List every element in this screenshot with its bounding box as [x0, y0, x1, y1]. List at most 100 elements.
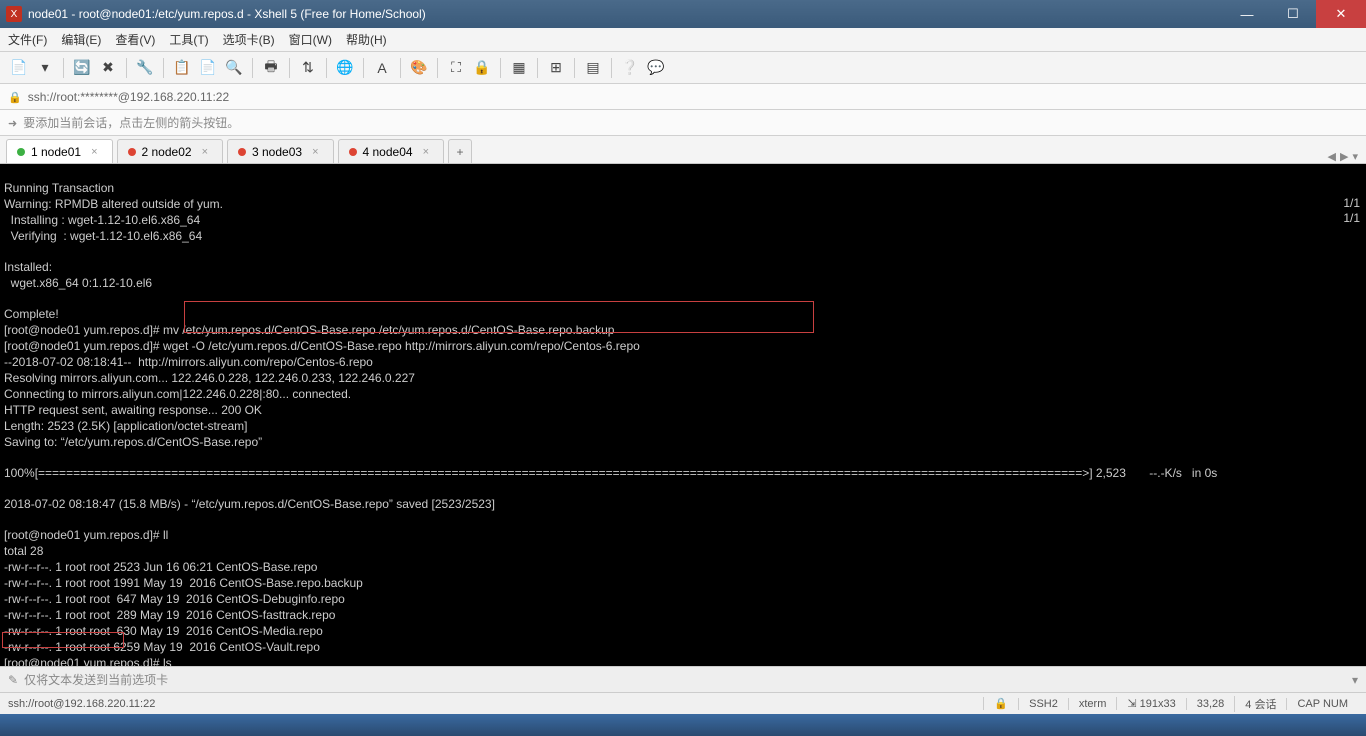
- term-line: [root@node01 yum.repos.d]# wget -O /etc/…: [4, 339, 640, 353]
- paste-icon[interactable]: 📄: [197, 57, 219, 79]
- tab-next-icon[interactable]: ▶: [1340, 150, 1348, 163]
- term-line: [root@node01 yum.repos.d]# ll: [4, 528, 168, 542]
- menu-bar: 文件(F) 编辑(E) 查看(V) 工具(T) 选项卡(B) 窗口(W) 帮助(…: [0, 28, 1366, 52]
- status-size: 191x33: [1140, 698, 1176, 710]
- status-dot-icon: [17, 148, 25, 156]
- new-session-icon[interactable]: 📄: [8, 57, 30, 79]
- tab-node02[interactable]: 2 node02×: [117, 139, 224, 163]
- term-line: -rw-r--r--. 1 root root 289 May 19 2016 …: [4, 608, 335, 622]
- term-line: Warning: RPMDB altered outside of yum.: [4, 197, 223, 211]
- tab-label: 1 node01: [31, 145, 81, 159]
- term-line: -rw-r--r--. 1 root root 1991 May 19 2016…: [4, 576, 363, 590]
- globe-icon[interactable]: 🌐: [334, 57, 356, 79]
- status-bar: ssh://root@192.168.220.11:22 🔒 SSH2 xter…: [0, 692, 1366, 714]
- terminal-output[interactable]: Running Transaction Warning: RPMDB alter…: [0, 164, 1366, 666]
- tab-prev-icon[interactable]: ◀: [1328, 150, 1336, 163]
- term-line: -rw-r--r--. 1 root root 630 May 19 2016 …: [4, 624, 323, 638]
- term-line: [root@node01 yum.repos.d]# ls: [4, 656, 172, 666]
- term-line: HTTP request sent, awaiting response... …: [4, 403, 262, 417]
- tab-icon[interactable]: ⊞: [545, 57, 567, 79]
- help-icon[interactable]: ❔: [619, 57, 641, 79]
- lock-icon: [8, 90, 22, 104]
- window-title: node01 - root@node01:/etc/yum.repos.d - …: [28, 7, 426, 21]
- session-tabs: 1 node01× 2 node02× 3 node03× 4 node04× …: [0, 136, 1366, 164]
- menu-tabs[interactable]: 选项卡(B): [223, 31, 275, 48]
- term-line: Verifying : wget-1.12-10.el6.x86_64: [4, 229, 202, 243]
- arrow-icon[interactable]: [8, 116, 17, 130]
- find-icon[interactable]: 🔍: [223, 57, 245, 79]
- status-connection: ssh://root@192.168.220.11:22: [8, 698, 165, 710]
- lock-icon[interactable]: 🔒: [471, 57, 493, 79]
- transfer-icon[interactable]: ⇅: [297, 57, 319, 79]
- cascade-icon[interactable]: ▤: [582, 57, 604, 79]
- font-icon[interactable]: A: [371, 57, 393, 79]
- color-icon[interactable]: 🎨: [408, 57, 430, 79]
- status-cursor-pos: 33,28: [1186, 698, 1235, 710]
- print-icon[interactable]: 🖶: [260, 57, 282, 79]
- window-titlebar: X node01 - root@node01:/etc/yum.repos.d …: [0, 0, 1366, 28]
- tab-label: 4 node04: [363, 145, 413, 159]
- minimize-button[interactable]: [1224, 0, 1270, 28]
- about-icon[interactable]: 💬: [645, 57, 667, 79]
- send-dropdown-icon[interactable]: ▾: [1352, 673, 1358, 687]
- close-tab-icon[interactable]: ×: [91, 146, 97, 158]
- status-caps: CAP NUM: [1286, 698, 1358, 710]
- term-line: -rw-r--r--. 1 root root 647 May 19 2016 …: [4, 592, 345, 606]
- dropdown-icon[interactable]: ▾: [34, 57, 56, 79]
- address-text[interactable]: ssh://root:********@192.168.220.11:22: [28, 90, 229, 104]
- status-dot-icon: [128, 148, 136, 156]
- term-line: -rw-r--r--. 1 root root 2523 Jun 16 06:2…: [4, 560, 317, 574]
- term-line: total 28: [4, 544, 43, 558]
- menu-view[interactable]: 查看(V): [115, 31, 155, 48]
- tab-node03[interactable]: 3 node03 ×: [227, 139, 334, 163]
- term-line: Resolving mirrors.aliyun.com... 122.246.…: [4, 371, 415, 385]
- term-progress: ========================================…: [38, 466, 1217, 480]
- term-line: Length: 2523 (2.5K) [application/octet-s…: [4, 419, 247, 433]
- status-term-type: xterm: [1068, 698, 1117, 710]
- menu-tools[interactable]: 工具(T): [169, 31, 208, 48]
- properties-icon[interactable]: 🔧: [134, 57, 156, 79]
- tab-node04[interactable]: 4 node04 ×: [338, 139, 445, 163]
- close-tab-icon[interactable]: ×: [423, 146, 429, 158]
- close-tab-icon[interactable]: ×: [312, 146, 318, 158]
- term-line: 2018-07-02 08:18:47 (15.8 MB/s) - “/etc/…: [4, 497, 495, 511]
- disconnect-icon[interactable]: ✖: [97, 57, 119, 79]
- maximize-button[interactable]: [1270, 0, 1316, 28]
- send-bar[interactable]: ✎ 仅将文本发送到当前选项卡 ▾: [0, 666, 1366, 692]
- menu-help[interactable]: 帮助(H): [346, 31, 387, 48]
- close-tab-icon[interactable]: ×: [202, 146, 208, 158]
- status-dot-icon: [238, 148, 246, 156]
- toolbar: 📄 ▾ 🔄 ✖ 🔧 📋 📄 🔍 🖶 ⇅ 🌐 A 🎨 ⛶ 🔒 ▦ ⊞ ▤ ❔ 💬: [0, 52, 1366, 84]
- status-sessions: 4 会话: [1234, 696, 1286, 712]
- send-icon: ✎: [8, 673, 18, 687]
- tile-icon[interactable]: ▦: [508, 57, 530, 79]
- status-dot-icon: [349, 148, 357, 156]
- term-line: Complete!: [4, 307, 59, 321]
- term-line: wget.x86_64 0:1.12-10.el6: [4, 276, 152, 290]
- tab-label: 3 node03: [252, 145, 302, 159]
- term-line: [root@node01 yum.repos.d]# mv /etc/yum.r…: [4, 323, 614, 337]
- fullscreen-icon[interactable]: ⛶: [445, 57, 467, 79]
- menu-edit[interactable]: 编辑(E): [61, 31, 101, 48]
- term-count: 1/1: [1343, 211, 1360, 226]
- copy-icon[interactable]: 📋: [171, 57, 193, 79]
- term-line: -rw-r--r--. 1 root root 6259 May 19 2016…: [4, 640, 320, 654]
- term-count: 1/1: [1343, 196, 1360, 211]
- close-button[interactable]: [1316, 0, 1366, 28]
- term-line: Running Transaction: [4, 181, 114, 195]
- term-line: Installed:: [4, 260, 52, 274]
- hint-bar: 要添加当前会话，点击左侧的箭头按钮。: [0, 110, 1366, 136]
- reconnect-icon[interactable]: 🔄: [71, 57, 93, 79]
- hint-text: 要添加当前会话，点击左侧的箭头按钮。: [23, 114, 239, 131]
- term-line: Connecting to mirrors.aliyun.com|122.246…: [4, 387, 351, 401]
- menu-file[interactable]: 文件(F): [8, 31, 47, 48]
- tab-node01[interactable]: 1 node01 ×: [6, 139, 113, 163]
- status-lock-icon: 🔒: [983, 697, 1018, 710]
- app-icon: X: [6, 6, 22, 22]
- term-line: Installing : wget-1.12-10.el6.x86_64: [4, 213, 200, 227]
- tab-menu-icon[interactable]: ▾: [1352, 150, 1358, 163]
- add-tab-button[interactable]: +: [448, 139, 472, 163]
- windows-taskbar[interactable]: [0, 714, 1366, 736]
- term-line: Saving to: “/etc/yum.repos.d/CentOS-Base…: [4, 435, 262, 449]
- menu-window[interactable]: 窗口(W): [289, 31, 332, 48]
